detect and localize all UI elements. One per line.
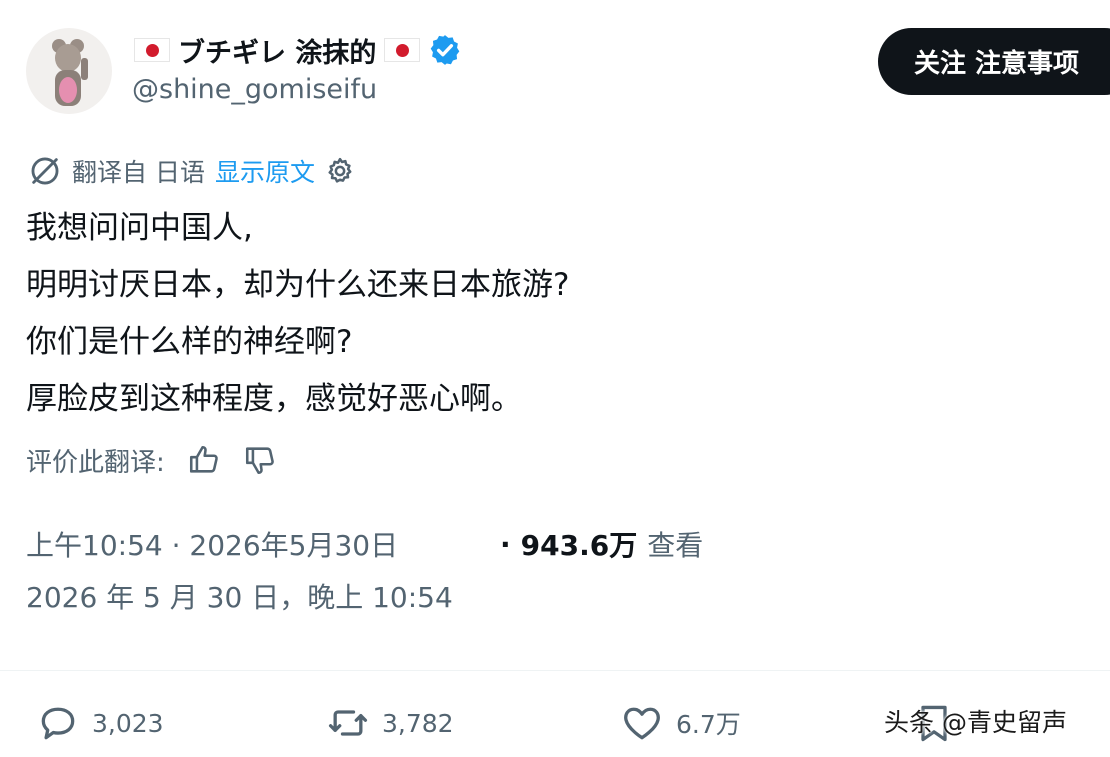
tweet-line: 你们是什么样的神经啊? (26, 324, 353, 360)
translated-from-label: 翻译自 日语 (72, 158, 205, 187)
gear-icon[interactable] (325, 156, 355, 186)
tweet-line: 明明讨厌日本，却为什么还来日本旅游? (26, 267, 570, 303)
rate-translation-row: 评价此翻译: (26, 440, 277, 480)
display-name[interactable]: ブチギレ 涂抹的 (178, 31, 376, 70)
retweet-button[interactable]: 3,782 (326, 700, 454, 746)
tweet-text: 我想问问中国人, 明明讨厌日本，却为什么还来日本旅游? 你们是什么样的神经啊? … (26, 200, 569, 428)
thumbs-up-icon[interactable] (187, 443, 221, 477)
japan-flag-icon (134, 38, 170, 62)
views-separator: · (500, 527, 511, 561)
views-count[interactable]: · 943.6万 查看 (500, 522, 703, 566)
reply-count: 3,023 (92, 708, 164, 738)
retweet-count: 3,782 (382, 708, 454, 738)
tweet-timestamp[interactable]: 上午10:54 · 2026年5月30日 (26, 522, 398, 566)
like-button[interactable]: 6.7万 (620, 700, 741, 746)
follow-button[interactable]: 关注 注意事项 (878, 28, 1110, 95)
translation-bar: 翻译自 日语 显示原文 (28, 152, 355, 190)
tweet-line: 厚脸皮到这种程度，感觉好恶心啊。 (26, 381, 522, 417)
verified-badge-icon[interactable] (428, 33, 462, 67)
translate-icon (31, 157, 59, 185)
avatar-image (52, 39, 88, 106)
thumbs-down-icon[interactable] (243, 443, 277, 477)
views-label: 查看 (647, 529, 704, 562)
japan-flag-icon (384, 38, 421, 62)
reply-button[interactable]: 3,023 (36, 700, 164, 746)
watermark: 头条 @青史留声 (884, 708, 1067, 737)
reply-icon (41, 707, 75, 740)
display-name-row: ブチギレ 涂抹的 (134, 30, 462, 70)
user-handle[interactable]: @shine_gomiseifu (132, 74, 377, 105)
avatar[interactable] (26, 28, 112, 114)
divider (0, 670, 1110, 671)
show-original-link[interactable]: 显示原文 (215, 153, 315, 189)
heart-icon (624, 707, 660, 740)
views-number: 943.6万 (520, 529, 638, 562)
like-count: 6.7万 (676, 710, 741, 739)
tweet-line: 我想问问中国人, (26, 210, 253, 246)
retweet-icon (328, 710, 368, 736)
tweet-date-line: 2026 年 5 月 30 日，晚上 10:54 (26, 581, 453, 614)
rate-translation-label: 评价此翻译: (26, 447, 165, 478)
